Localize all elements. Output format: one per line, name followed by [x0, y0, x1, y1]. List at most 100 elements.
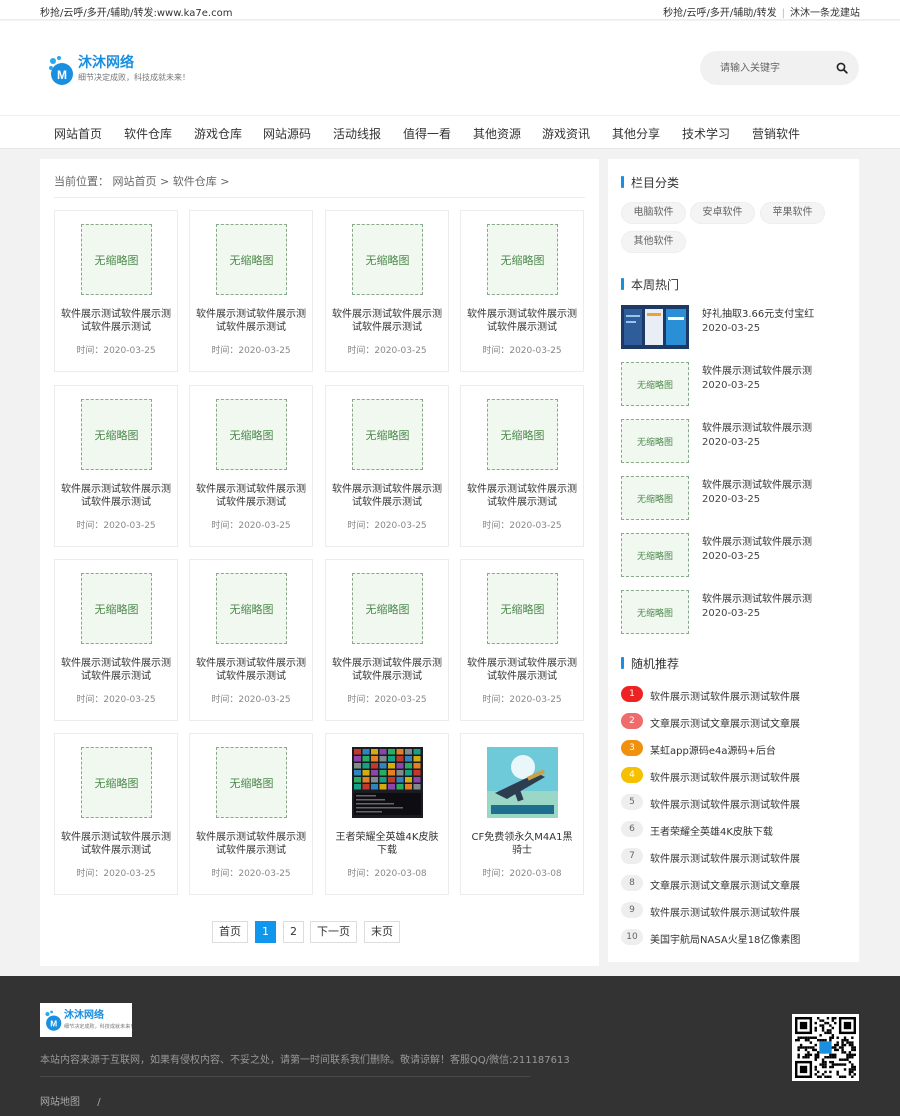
card-title[interactable]: 软件展示测试软件展示测试软件展示测试: [61, 308, 171, 336]
nav-item[interactable]: 其他分享: [612, 125, 660, 142]
nav-item[interactable]: 其他资源: [473, 125, 521, 142]
sitemap-link[interactable]: 网站地图: [40, 1097, 80, 1108]
card-title[interactable]: 软件展示测试软件展示测试软件展示测试: [196, 831, 306, 859]
software-card[interactable]: 无缩略图 软件展示测试软件展示测试软件展示测试 时间：2020-03-25: [325, 385, 449, 547]
card-thumbnail[interactable]: 无缩略图: [352, 399, 423, 470]
category-tag[interactable]: 其他软件: [621, 231, 686, 253]
software-card[interactable]: 无缩略图 软件展示测试软件展示测试软件展示测试 时间：2020-03-25: [54, 385, 178, 547]
hot-thumbnail[interactable]: 无缩略图: [621, 476, 689, 520]
random-item[interactable]: 4 软件展示测试软件展示测试软件展: [621, 767, 851, 785]
category-tag[interactable]: 电脑软件: [621, 202, 686, 224]
software-card[interactable]: 无缩略图 软件展示测试软件展示测试软件展示测试 时间：2020-03-25: [325, 559, 449, 721]
software-card[interactable]: 无缩略图 软件展示测试软件展示测试软件展示测试 时间：2020-03-25: [460, 210, 584, 372]
random-item-title[interactable]: 软件展示测试软件展示测试软件展: [650, 769, 800, 784]
breadcrumb-home[interactable]: 网站首页: [113, 175, 157, 188]
card-thumbnail[interactable]: 无缩略图: [81, 224, 152, 295]
random-item-title[interactable]: 某虹app源码e4a源码+后台: [650, 742, 776, 757]
nav-item[interactable]: 值得一看: [403, 125, 451, 142]
top-link-services[interactable]: 秒抢/云呼/多开/辅助/转发: [663, 8, 776, 19]
software-card[interactable]: CF免费领永久M4A1黑骑士 时间：2020-03-08: [460, 733, 584, 895]
card-title[interactable]: 软件展示测试软件展示测试软件展示测试: [61, 657, 171, 685]
card-thumbnail[interactable]: 无缩略图: [81, 747, 152, 818]
page-last-button[interactable]: 末页: [364, 921, 400, 943]
nav-item[interactable]: 技术学习: [682, 125, 730, 142]
hot-item[interactable]: 好礼抽取3.66元支付宝红 2020-03-25: [621, 305, 851, 349]
random-item[interactable]: 9 软件展示测试软件展示测试软件展: [621, 902, 851, 920]
card-thumbnail[interactable]: 无缩略图: [352, 573, 423, 644]
card-title[interactable]: 软件展示测试软件展示测试软件展示测试: [332, 308, 442, 336]
card-thumbnail[interactable]: 无缩略图: [352, 224, 423, 295]
hot-item-title[interactable]: 软件展示测试软件展示测: [702, 590, 832, 605]
card-title[interactable]: 王者荣耀全英雄4K皮肤下载: [332, 831, 442, 859]
nav-item[interactable]: 活动线报: [333, 125, 381, 142]
card-title[interactable]: 软件展示测试软件展示测试软件展示测试: [467, 483, 577, 511]
card-title[interactable]: 软件展示测试软件展示测试软件展示测试: [332, 483, 442, 511]
site-logo[interactable]: M 沐沐网络 细节决定成败，科技成就未来！: [46, 51, 190, 91]
nav-item[interactable]: 营销软件: [752, 125, 800, 142]
random-item-title[interactable]: 文章展示测试文章展示测试文章展: [650, 877, 800, 892]
footer-logo[interactable]: M 沐沐网络 细节决定成败，科技成就未来！: [40, 1003, 135, 1037]
breadcrumb-current[interactable]: 软件仓库: [173, 175, 217, 188]
page-1-button[interactable]: 1: [255, 921, 276, 943]
search-icon[interactable]: [836, 62, 848, 74]
nav-item[interactable]: 游戏资讯: [542, 125, 590, 142]
card-thumbnail[interactable]: [487, 747, 558, 818]
card-thumbnail[interactable]: 无缩略图: [216, 747, 287, 818]
hot-item[interactable]: 无缩略图 软件展示测试软件展示测 2020-03-25: [621, 362, 851, 406]
random-item-title[interactable]: 王者荣耀全英雄4K皮肤下载: [650, 823, 773, 838]
hot-item-title[interactable]: 软件展示测试软件展示测: [702, 533, 832, 548]
hot-thumbnail[interactable]: 无缩略图: [621, 419, 689, 463]
card-title[interactable]: 软件展示测试软件展示测试软件展示测试: [61, 831, 171, 859]
software-card[interactable]: 无缩略图 软件展示测试软件展示测试软件展示测试 时间：2020-03-25: [460, 559, 584, 721]
card-thumbnail[interactable]: 无缩略图: [487, 399, 558, 470]
hot-thumbnail[interactable]: 无缩略图: [621, 533, 689, 577]
random-item-title[interactable]: 软件展示测试软件展示测试软件展: [650, 904, 800, 919]
random-item[interactable]: 2 文章展示测试文章展示测试文章展: [621, 713, 851, 731]
card-title[interactable]: 软件展示测试软件展示测试软件展示测试: [196, 483, 306, 511]
top-link-build[interactable]: 沐沐一条龙建站: [790, 8, 860, 19]
hot-item-title[interactable]: 软件展示测试软件展示测: [702, 362, 832, 377]
random-item-title[interactable]: 文章展示测试文章展示测试文章展: [650, 715, 800, 730]
random-item[interactable]: 6 王者荣耀全英雄4K皮肤下载: [621, 821, 851, 839]
top-bar-promo[interactable]: 秒抢/云呼/多开/辅助/转发:www.ka7e.com: [40, 4, 232, 19]
hot-thumbnail[interactable]: 无缩略图: [621, 590, 689, 634]
nav-item[interactable]: 软件仓库: [124, 125, 172, 142]
hot-thumbnail[interactable]: 无缩略图: [621, 362, 689, 406]
card-thumbnail[interactable]: 无缩略图: [487, 573, 558, 644]
hot-item-title[interactable]: 软件展示测试软件展示测: [702, 419, 832, 434]
card-thumbnail[interactable]: 无缩略图: [81, 573, 152, 644]
hot-item-title[interactable]: 软件展示测试软件展示测: [702, 476, 832, 491]
hot-item[interactable]: 无缩略图 软件展示测试软件展示测 2020-03-25: [621, 476, 851, 520]
category-tag[interactable]: 安卓软件: [690, 202, 755, 224]
software-card[interactable]: 无缩略图 软件展示测试软件展示测试软件展示测试 时间：2020-03-25: [460, 385, 584, 547]
hot-item-title[interactable]: 好礼抽取3.66元支付宝红: [702, 305, 832, 320]
random-item[interactable]: 10 美国宇航局NASA火星18亿像素图: [621, 929, 851, 947]
nav-item[interactable]: 网站源码: [263, 125, 311, 142]
software-card[interactable]: 无缩略图 软件展示测试软件展示测试软件展示测试 时间：2020-03-25: [54, 733, 178, 895]
software-card[interactable]: 无缩略图 软件展示测试软件展示测试软件展示测试 时间：2020-03-25: [189, 210, 313, 372]
card-title[interactable]: 软件展示测试软件展示测试软件展示测试: [467, 308, 577, 336]
nav-item[interactable]: 网站首页: [54, 125, 102, 142]
random-item-title[interactable]: 软件展示测试软件展示测试软件展: [650, 688, 800, 703]
software-card[interactable]: 无缩略图 软件展示测试软件展示测试软件展示测试 时间：2020-03-25: [325, 210, 449, 372]
card-title[interactable]: 软件展示测试软件展示测试软件展示测试: [196, 308, 306, 336]
hot-item[interactable]: 无缩略图 软件展示测试软件展示测 2020-03-25: [621, 590, 851, 634]
card-title[interactable]: 软件展示测试软件展示测试软件展示测试: [196, 657, 306, 685]
random-item[interactable]: 5 软件展示测试软件展示测试软件展: [621, 794, 851, 812]
category-tag[interactable]: 苹果软件: [760, 202, 825, 224]
hot-thumbnail[interactable]: [621, 305, 689, 349]
software-card[interactable]: 王者荣耀全英雄4K皮肤下载 时间：2020-03-08: [325, 733, 449, 895]
hot-item[interactable]: 无缩略图 软件展示测试软件展示测 2020-03-25: [621, 533, 851, 577]
card-title[interactable]: CF免费领永久M4A1黑骑士: [467, 831, 577, 859]
page-first-button[interactable]: 首页: [212, 921, 248, 943]
random-item-title[interactable]: 软件展示测试软件展示测试软件展: [650, 850, 800, 865]
nav-item[interactable]: 游戏仓库: [194, 125, 242, 142]
software-card[interactable]: 无缩略图 软件展示测试软件展示测试软件展示测试 时间：2020-03-25: [54, 559, 178, 721]
random-item-title[interactable]: 软件展示测试软件展示测试软件展: [650, 796, 800, 811]
software-card[interactable]: 无缩略图 软件展示测试软件展示测试软件展示测试 时间：2020-03-25: [54, 210, 178, 372]
card-thumbnail[interactable]: 无缩略图: [216, 399, 287, 470]
card-thumbnail[interactable]: 无缩略图: [487, 224, 558, 295]
random-item[interactable]: 1 软件展示测试软件展示测试软件展: [621, 686, 851, 704]
random-item-title[interactable]: 美国宇航局NASA火星18亿像素图: [650, 931, 800, 946]
search-input[interactable]: [710, 51, 830, 85]
